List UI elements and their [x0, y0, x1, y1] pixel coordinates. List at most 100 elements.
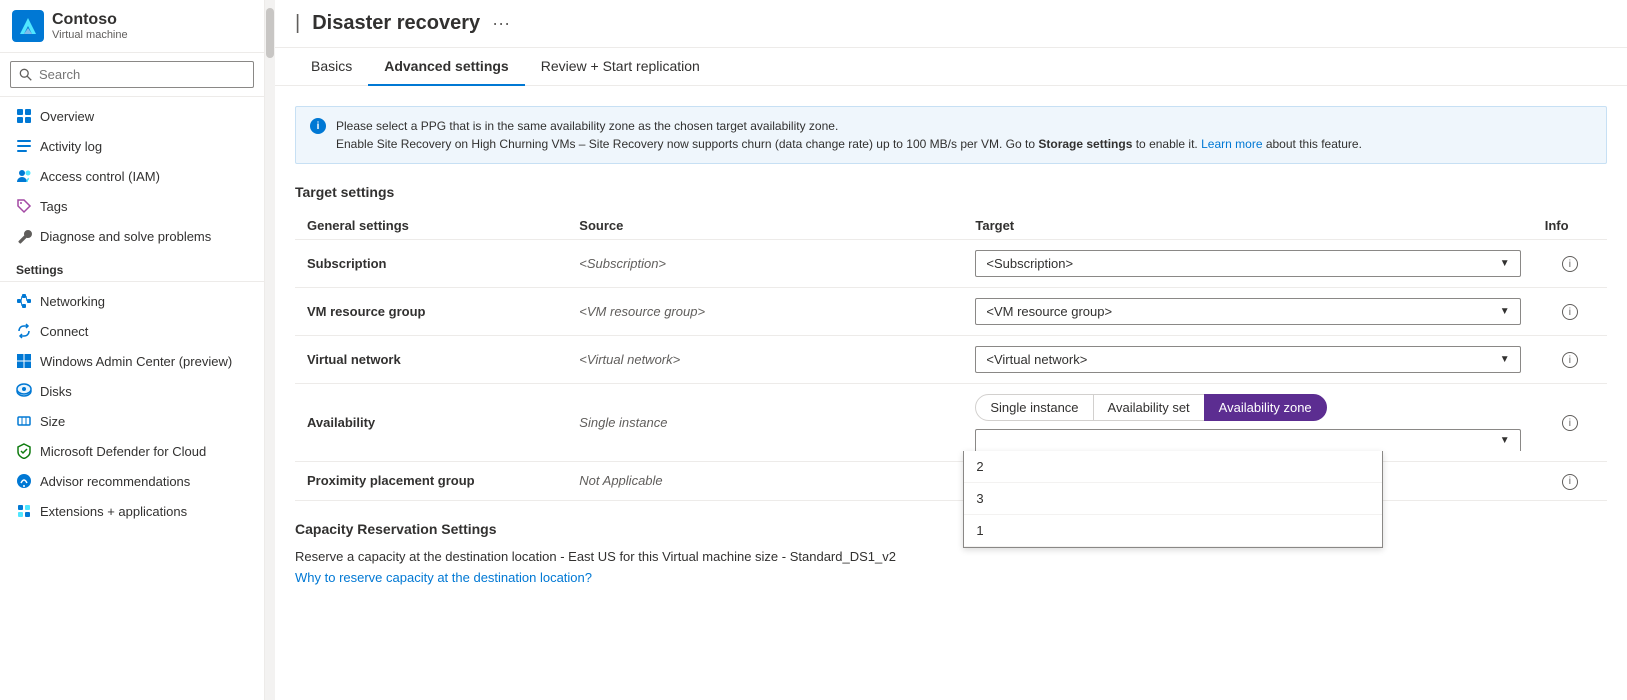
dropdown-option-3[interactable]: 3 [964, 483, 1382, 515]
sidebar-item-access-label: Access control (IAM) [40, 169, 160, 184]
people-icon [16, 168, 32, 184]
info-circle-icon[interactable]: i [1562, 304, 1578, 320]
col-source: Source [567, 212, 963, 240]
tab-bar: Basics Advanced settings Review + Start … [275, 48, 1627, 86]
row-vnet-source: <Virtual network> [567, 336, 963, 384]
sidebar-scrollbar[interactable] [265, 0, 275, 700]
windows-icon [16, 353, 32, 369]
sidebar-item-windows-admin-label: Windows Admin Center (preview) [40, 354, 232, 369]
row-ppg-info: i [1533, 462, 1607, 501]
row-subscription-label: Subscription [295, 240, 567, 288]
availability-zone-dropdown[interactable]: ▼ [975, 429, 1520, 451]
row-availability-source: Single instance [567, 384, 963, 462]
row-vmrg-info: i [1533, 288, 1607, 336]
chevron-down-icon: ▼ [1500, 354, 1510, 365]
sidebar-item-overview-label: Overview [40, 109, 94, 124]
chevron-down-icon: ▼ [1500, 306, 1510, 317]
sidebar-item-disks[interactable]: Disks [0, 376, 264, 406]
search-container [0, 53, 264, 97]
col-info: Info [1533, 212, 1607, 240]
sidebar-item-size[interactable]: Size [0, 406, 264, 436]
sidebar-item-overview[interactable]: Overview [0, 101, 264, 131]
target-settings-table: General settings Source Target Info Subs… [295, 212, 1607, 501]
table-row: Subscription <Subscription> <Subscriptio… [295, 240, 1607, 288]
sidebar-item-windows-admin[interactable]: Windows Admin Center (preview) [0, 346, 264, 376]
info-circle-icon[interactable]: i [1562, 415, 1578, 431]
storage-settings-link[interactable]: Storage settings [1038, 137, 1132, 151]
dropdown-option-1[interactable]: 1 [964, 515, 1382, 547]
contoso-logo [12, 10, 44, 42]
row-vnet-info: i [1533, 336, 1607, 384]
row-subscription-source: <Subscription> [567, 240, 963, 288]
capacity-title: Capacity Reservation Settings [295, 521, 1607, 537]
dropdown-option-2[interactable]: 2 [964, 451, 1382, 483]
wrench-icon [16, 228, 32, 244]
info-banner: i Please select a PPG that is in the sam… [295, 106, 1607, 164]
sidebar-item-tags-label: Tags [40, 199, 67, 214]
main-header: | Disaster recovery ··· [275, 0, 1627, 48]
info-circle-icon[interactable]: i [1562, 256, 1578, 272]
row-availability-label: Availability [295, 384, 567, 462]
info-circle-icon[interactable]: i [1562, 474, 1578, 490]
tab-advanced-settings[interactable]: Advanced settings [368, 48, 524, 86]
sidebar-scrollbar-thumb[interactable] [266, 8, 274, 58]
tab-review-start[interactable]: Review + Start replication [525, 48, 716, 86]
sidebar-item-diagnose-label: Diagnose and solve problems [40, 229, 211, 244]
info-text: Please select a PPG that is in the same … [336, 117, 1362, 153]
row-vmrg-target: <VM resource group> ▼ [963, 288, 1532, 336]
col-general: General settings [295, 212, 567, 240]
capacity-section: Capacity Reservation Settings Reserve a … [295, 521, 1607, 585]
sidebar-item-advisor[interactable]: Advisor recommendations [0, 466, 264, 496]
table-row: Proximity placement group Not Applicable… [295, 462, 1607, 501]
sidebar-item-defender-label: Microsoft Defender for Cloud [40, 444, 206, 459]
subscription-dropdown[interactable]: <Subscription> ▼ [975, 250, 1520, 277]
sidebar-item-defender[interactable]: Microsoft Defender for Cloud [0, 436, 264, 466]
info-icon: i [310, 118, 326, 134]
table-row: Availability Single instance Single inst… [295, 384, 1607, 462]
avail-single-instance[interactable]: Single instance [975, 394, 1093, 421]
row-availability-info: i [1533, 384, 1607, 462]
sidebar-item-diagnose[interactable]: Diagnose and solve problems [0, 221, 264, 251]
sidebar-item-extensions[interactable]: Extensions + applications [0, 496, 264, 526]
sidebar-item-tags[interactable]: Tags [0, 191, 264, 221]
row-availability-target: Single instance Availability set Availab… [963, 384, 1532, 462]
table-row: VM resource group <VM resource group> <V… [295, 288, 1607, 336]
capacity-link[interactable]: Why to reserve capacity at the destinati… [295, 570, 592, 585]
more-options-button[interactable]: ··· [492, 13, 510, 34]
app-subtitle: Virtual machine [52, 29, 128, 41]
settings-section-label: Settings [0, 251, 264, 282]
avail-availability-set[interactable]: Availability set [1094, 394, 1204, 421]
extension-icon [16, 503, 32, 519]
chevron-down-icon: ▼ [1500, 435, 1510, 446]
row-ppg-source: Not Applicable [567, 462, 963, 501]
availability-zone-dropdown-list: 2 3 1 [963, 451, 1383, 548]
list-icon [16, 138, 32, 154]
tab-basics[interactable]: Basics [295, 48, 368, 86]
avail-availability-zone[interactable]: Availability zone [1204, 394, 1327, 421]
info-circle-icon[interactable]: i [1562, 352, 1578, 368]
content-area: i Please select a PPG that is in the sam… [275, 86, 1627, 700]
sidebar-item-access-control[interactable]: Access control (IAM) [0, 161, 264, 191]
sidebar-item-connect[interactable]: Connect [0, 316, 264, 346]
sidebar-item-activity-log[interactable]: Activity log [0, 131, 264, 161]
capacity-description: Reserve a capacity at the destination lo… [295, 549, 1607, 564]
row-vmrg-source: <VM resource group> [567, 288, 963, 336]
main-content: | Disaster recovery ··· Basics Advanced … [275, 0, 1627, 700]
disk-icon [16, 383, 32, 399]
subscription-dropdown-value: <Subscription> [986, 256, 1073, 271]
sidebar-item-extensions-label: Extensions + applications [40, 504, 187, 519]
vmrg-dropdown[interactable]: <VM resource group> ▼ [975, 298, 1520, 325]
size-icon [16, 413, 32, 429]
target-settings-title: Target settings [295, 184, 1607, 200]
learn-more-link[interactable]: Learn more [1201, 137, 1262, 151]
network-icon [16, 293, 32, 309]
sidebar-item-networking[interactable]: Networking [0, 286, 264, 316]
search-input[interactable] [10, 61, 254, 88]
sidebar-item-advisor-label: Advisor recommendations [40, 474, 190, 489]
grid-icon [16, 108, 32, 124]
sidebar-nav: Overview Activity log Access control (IA… [0, 97, 264, 700]
row-subscription-target: <Subscription> ▼ [963, 240, 1532, 288]
advisor-icon [16, 473, 32, 489]
vnet-dropdown[interactable]: <Virtual network> ▼ [975, 346, 1520, 373]
availability-toggle: Single instance Availability set Availab… [975, 394, 1520, 421]
